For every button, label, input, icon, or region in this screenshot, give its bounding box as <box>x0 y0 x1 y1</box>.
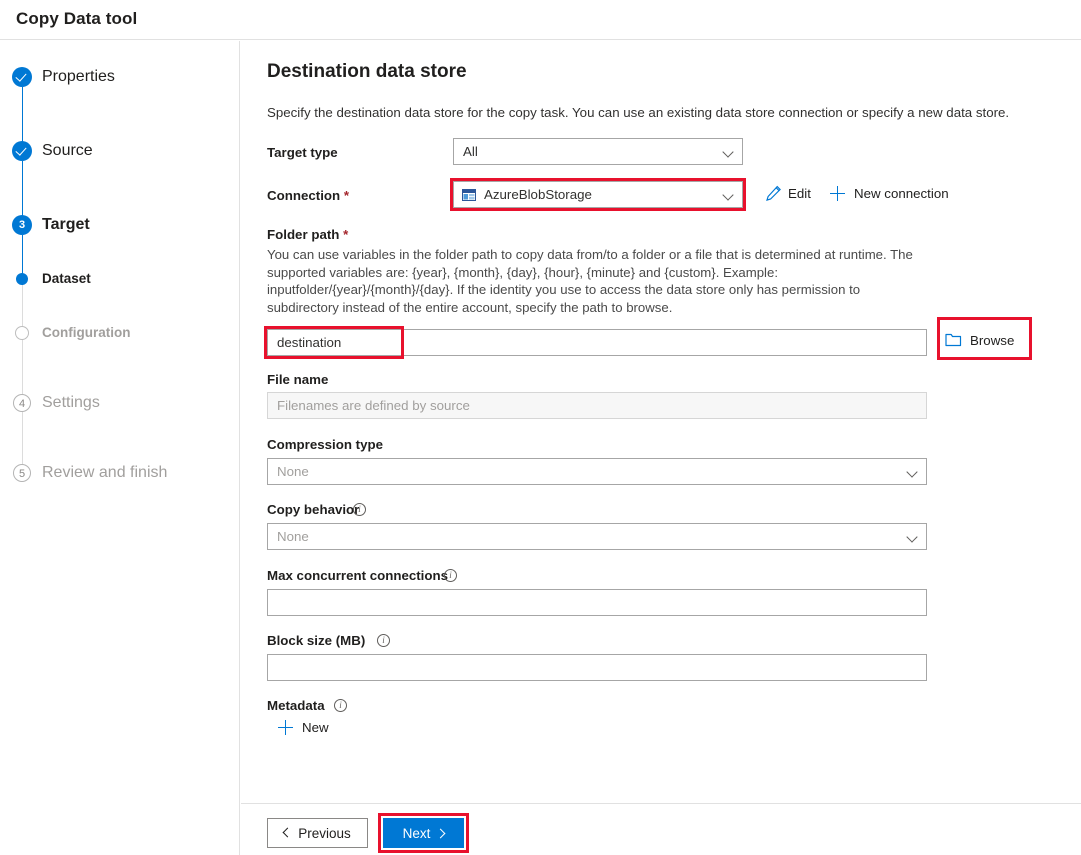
step-check-icon <box>12 67 32 87</box>
step-number-badge: 5 <box>13 464 31 482</box>
info-icon[interactable]: i <box>334 699 347 712</box>
folder-path-help-text: You can use variables in the folder path… <box>267 247 913 315</box>
required-asterisk: * <box>343 188 350 203</box>
page-description: Specify the destination data store for t… <box>267 105 1010 120</box>
copy-behavior-label: Copy behavior <box>267 502 360 517</box>
file-name-placeholder: Filenames are defined by source <box>277 398 470 413</box>
compression-type-dropdown[interactable]: None <box>267 458 927 485</box>
block-size-label: Block size (MB) <box>267 633 366 648</box>
browse-button[interactable]: Browse <box>970 331 1014 351</box>
sidebar-item-label: Properties <box>42 68 115 85</box>
step-check-icon <box>12 141 32 161</box>
sidebar-item-target[interactable]: 3 Target <box>0 212 240 238</box>
compression-type-label: Compression type <box>267 437 384 452</box>
folder-path-label: Folder path * <box>267 227 349 242</box>
sidebar-item-properties[interactable]: Properties <box>0 64 240 90</box>
sidebar-item-label: Configuration <box>42 325 131 340</box>
next-button[interactable]: Next <box>383 818 464 848</box>
sidebar-item-settings[interactable]: 4 Settings <box>0 390 240 416</box>
compression-type-value: None <box>277 464 309 479</box>
chevron-down-icon <box>724 191 733 200</box>
file-name-input[interactable]: Filenames are defined by source <box>267 392 927 419</box>
block-size-input[interactable] <box>267 654 927 681</box>
previous-button[interactable]: Previous <box>267 818 368 848</box>
target-type-label: Target type <box>267 145 338 160</box>
folder-browse-icon[interactable] <box>945 332 962 347</box>
sidebar-item-dataset[interactable]: Dataset <box>0 266 240 292</box>
metadata-new-button[interactable]: New <box>302 718 329 738</box>
max-concurrent-connections-input[interactable] <box>267 589 927 616</box>
folder-path-value: destination <box>277 335 342 350</box>
connection-value: AzureBlobStorage <box>484 187 592 202</box>
edit-connection-button[interactable]: Edit <box>788 184 811 204</box>
window-title-bar: Copy Data tool <box>0 0 1081 40</box>
chevron-down-icon <box>908 533 917 542</box>
copy-behavior-dropdown[interactable]: None <box>267 523 927 550</box>
info-icon[interactable]: i <box>377 634 390 647</box>
page-title: Destination data store <box>267 61 467 82</box>
sidebar-item-label: Review and finish <box>42 464 168 481</box>
wizard-sidebar: Properties Source 3 Target Dataset Confi… <box>0 41 240 855</box>
azure-blob-storage-icon <box>462 188 476 202</box>
sidebar-item-source[interactable]: Source <box>0 138 240 164</box>
sidebar-item-label: Source <box>42 142 93 159</box>
folder-path-input[interactable]: destination <box>267 329 927 356</box>
main-content-panel: Destination data store Specify the desti… <box>241 41 1081 803</box>
pencil-edit-icon[interactable] <box>765 185 782 202</box>
step-dot-icon <box>16 273 28 285</box>
sidebar-item-label: Settings <box>42 394 100 411</box>
step-number-badge: 3 <box>12 215 32 235</box>
metadata-label: Metadata <box>267 698 325 713</box>
file-name-label: File name <box>267 372 329 387</box>
max-concurrent-connections-label: Max concurrent connections <box>267 568 449 583</box>
target-type-dropdown[interactable]: All <box>453 138 743 165</box>
plus-icon[interactable] <box>278 720 293 735</box>
sidebar-item-label: Dataset <box>42 271 91 286</box>
sidebar-item-review-and-finish[interactable]: 5 Review and finish <box>0 460 240 486</box>
required-asterisk: * <box>343 227 349 242</box>
plus-icon[interactable] <box>830 186 845 201</box>
window-title: Copy Data tool <box>16 9 138 28</box>
chevron-down-icon <box>908 468 917 477</box>
info-icon[interactable]: i <box>353 503 366 516</box>
wizard-footer: Previous Next <box>241 803 1081 855</box>
step-number-badge: 4 <box>13 394 31 412</box>
info-icon[interactable]: i <box>444 569 457 582</box>
sidebar-item-configuration[interactable]: Configuration <box>0 320 240 346</box>
target-type-value: All <box>463 144 478 159</box>
connection-dropdown[interactable]: AzureBlobStorage <box>453 181 743 208</box>
new-connection-button[interactable]: New connection <box>854 184 949 204</box>
copy-behavior-value: None <box>277 529 309 544</box>
connection-label: Connection * <box>267 188 350 203</box>
copy-data-tool-window: Copy Data tool Properties Source 3 Targe… <box>0 0 1081 855</box>
sidebar-item-label: Target <box>42 216 90 233</box>
step-hollow-icon <box>15 326 29 340</box>
chevron-down-icon <box>724 148 733 157</box>
